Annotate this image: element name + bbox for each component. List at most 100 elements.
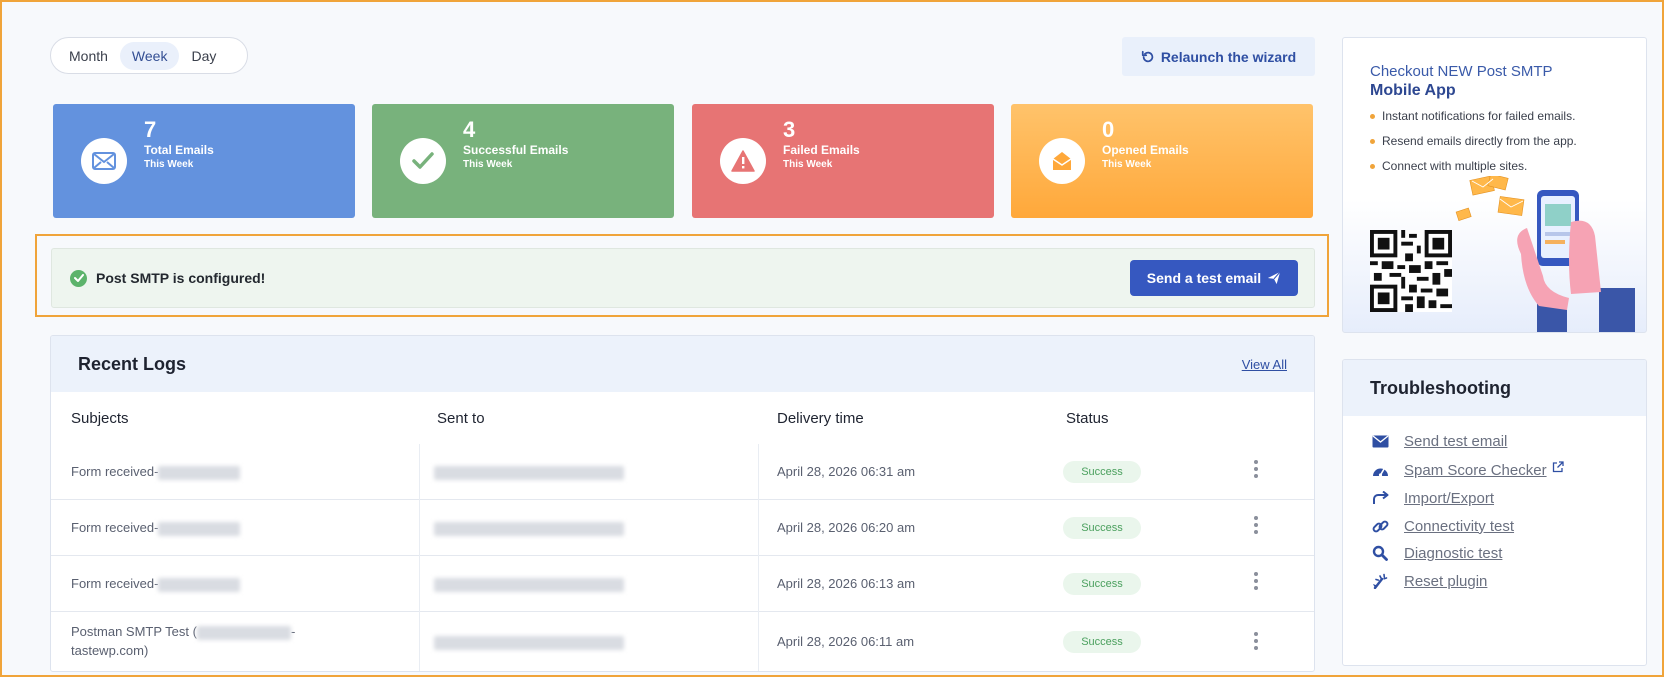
- column-header-status: Status: [1066, 410, 1109, 427]
- redacted-text: [158, 521, 241, 536]
- relaunch-wizard-button[interactable]: Relaunch the wizard: [1122, 37, 1315, 76]
- log-subject: Form received-: [71, 576, 241, 592]
- log-subject: Form received-: [71, 464, 241, 480]
- column-header-subjects: Subjects: [71, 410, 129, 427]
- column-header-sent-to: Sent to: [437, 410, 485, 427]
- stat-label: Total Emails: [144, 143, 214, 157]
- warning-icon: [720, 138, 766, 184]
- send-test-email-label: Send test email: [1404, 432, 1508, 450]
- view-all-link[interactable]: View All: [1242, 357, 1287, 372]
- row-actions-kebab-icon[interactable]: [1254, 632, 1260, 650]
- search-icon: [1371, 544, 1389, 562]
- stat-card-total: 7 Total Emails This Week: [53, 104, 355, 218]
- import-export-label: Import/Export: [1404, 489, 1495, 507]
- diagnostic-test-link[interactable]: Diagnostic test: [1371, 544, 1502, 562]
- period-toggle: Month Week Day: [50, 37, 248, 74]
- period-week[interactable]: Week: [119, 41, 180, 70]
- status-badge: Success: [1063, 573, 1141, 595]
- row-actions-kebab-icon[interactable]: [1254, 460, 1260, 478]
- connectivity-test-link[interactable]: Connectivity test: [1371, 517, 1514, 535]
- stat-value: 3: [783, 117, 796, 142]
- log-subject-text: Postman SMTP Test (: [71, 624, 197, 639]
- redacted-text: [158, 577, 241, 592]
- stat-label: Successful Emails: [463, 143, 569, 157]
- table-row[interactable]: Postman SMTP Test ( - tastewp.com) April 2…: [51, 612, 1314, 671]
- redacted-text: [434, 577, 624, 592]
- column-header-delivery-time: Delivery time: [777, 410, 864, 427]
- stat-value: 4: [463, 117, 476, 142]
- redacted-text: [196, 625, 291, 640]
- send-icon: [1268, 271, 1281, 285]
- status-badge: Success: [1063, 631, 1141, 653]
- stat-value: 0: [1102, 117, 1115, 142]
- log-subject-text: Form received-: [71, 576, 159, 591]
- refresh-icon: [1141, 50, 1154, 62]
- recent-logs-header: Recent Logs View All: [51, 336, 1314, 392]
- log-recipient: [434, 634, 624, 650]
- send-test-email-link[interactable]: Send test email: [1371, 432, 1507, 450]
- external-link-icon: [1552, 461, 1564, 473]
- column-divider: [419, 444, 420, 500]
- config-highlight: Post SMTP is configured! Send a test ema…: [35, 234, 1329, 317]
- column-divider: [758, 612, 759, 671]
- recent-logs-panel: Recent Logs View All Subjects Sent to De…: [50, 335, 1315, 672]
- spam-score-checker-label: Spam Score Checker: [1404, 461, 1547, 479]
- column-divider: [419, 612, 420, 671]
- stat-period: This Week: [463, 159, 513, 170]
- mobile-app-promo[interactable]: Checkout NEW Post SMTP Mobile App Instan…: [1342, 37, 1647, 333]
- troubleshooting-title: Troubleshooting: [1343, 360, 1646, 416]
- stat-period: This Week: [1102, 159, 1152, 170]
- log-recipient: [434, 576, 624, 592]
- share-icon: [1371, 489, 1389, 507]
- stat-label: Opened Emails: [1102, 143, 1189, 157]
- row-actions-kebab-icon[interactable]: [1254, 572, 1260, 590]
- stat-card-successful: 4 Successful Emails This Week: [372, 104, 674, 218]
- column-divider: [758, 556, 759, 612]
- gauge-icon: [1371, 461, 1389, 479]
- column-divider: [758, 500, 759, 556]
- period-day[interactable]: Day: [179, 42, 228, 70]
- log-subject: Postman SMTP Test ( - tastewp.com): [71, 622, 295, 660]
- reset-plugin-label: Reset plugin: [1404, 572, 1488, 590]
- redacted-text: [158, 465, 241, 480]
- table-row[interactable]: Form received- April 28, 2026 06:20 am S…: [51, 500, 1314, 556]
- config-message: Post SMTP is configured!: [96, 270, 266, 286]
- column-divider: [419, 500, 420, 556]
- send-test-email-button[interactable]: Send a test email: [1130, 260, 1298, 296]
- log-subject-line2: tastewp.com): [71, 643, 149, 658]
- row-actions-kebab-icon[interactable]: [1254, 516, 1260, 534]
- log-subject-tail: -: [290, 624, 296, 639]
- send-test-email-label: Send a test email: [1146, 270, 1262, 286]
- log-subject-text: Form received-: [71, 464, 159, 479]
- status-badge: Success: [1063, 461, 1141, 483]
- stat-card-opened: 0 Opened Emails This Week: [1011, 104, 1313, 218]
- phone-hand-illustration: [1455, 176, 1635, 332]
- stat-card-failed: 3 Failed Emails This Week: [692, 104, 994, 218]
- column-divider: [419, 556, 420, 612]
- config-status-banner: Post SMTP is configured! Send a test ema…: [51, 248, 1315, 308]
- stat-label: Failed Emails: [783, 143, 860, 157]
- check-icon: [400, 138, 446, 184]
- table-row[interactable]: Form received- April 28, 2026 06:13 am S…: [51, 556, 1314, 612]
- troubleshooting-panel: Troubleshooting Send test email Spam Sco…: [1342, 359, 1647, 666]
- mail-icon: [81, 138, 127, 184]
- relaunch-label: Relaunch the wizard: [1160, 48, 1297, 65]
- period-month[interactable]: Month: [57, 42, 120, 70]
- table-row[interactable]: Form received- April 28, 2026 06:31 am S…: [51, 444, 1314, 500]
- promo-bullet: Connect with multiple sites.: [1370, 159, 1577, 173]
- log-recipient: [434, 520, 624, 536]
- connectivity-test-label: Connectivity test: [1404, 517, 1515, 535]
- log-delivery-time: April 28, 2026 06:13 am: [777, 576, 916, 591]
- reset-plugin-link[interactable]: Reset plugin: [1371, 572, 1487, 590]
- qr-code-icon: [1370, 230, 1452, 312]
- promo-title: Checkout NEW Post SMTP Mobile App: [1370, 62, 1553, 100]
- redacted-text: [434, 465, 624, 480]
- redacted-text: [434, 635, 624, 650]
- spam-score-checker-link[interactable]: Spam Score Checker: [1371, 461, 1564, 479]
- column-divider: [758, 444, 759, 500]
- log-recipient: [434, 464, 624, 480]
- stat-value: 7: [144, 117, 157, 142]
- log-delivery-time: April 28, 2026 06:11 am: [777, 634, 915, 649]
- import-export-link[interactable]: Import/Export: [1371, 489, 1494, 507]
- stat-period: This Week: [783, 159, 833, 170]
